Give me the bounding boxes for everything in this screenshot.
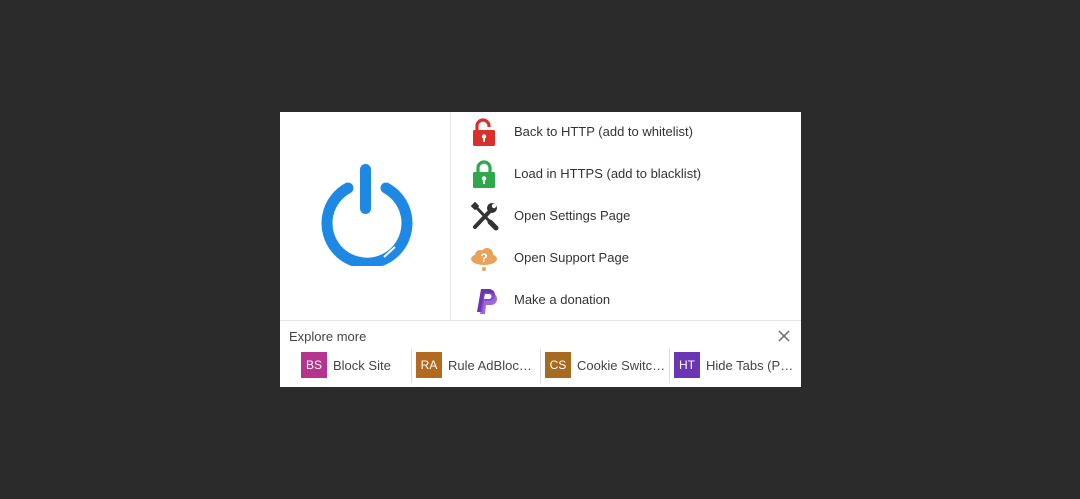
action-menu: Back to HTTP (add to whitelist) Load in …: [452, 112, 801, 320]
extension-badge: BS: [301, 352, 327, 378]
close-icon[interactable]: [777, 329, 791, 343]
cloud-question-icon: ?: [471, 248, 497, 271]
menu-item-label: Open Support Page: [514, 250, 629, 265]
extension-badge: RA: [416, 352, 442, 378]
extension-badge: HT: [674, 352, 700, 378]
menu-item-label: Back to HTTP (add to whitelist): [514, 124, 693, 139]
popup-top-section: Back to HTTP (add to whitelist) Load in …: [280, 112, 801, 320]
extension-block-site[interactable]: BS Block Site: [297, 349, 410, 383]
menu-item-label: Make a donation: [514, 292, 611, 307]
menu-item-open-support[interactable]: ? Open Support Page: [452, 238, 801, 280]
extension-cookie-switcher[interactable]: CS Cookie Switcher: [540, 349, 669, 383]
explore-more-panel: Explore more BS Block Site RA Rule AdBlo…: [280, 320, 801, 387]
explore-more-title: Explore more: [289, 329, 367, 344]
locked-padlock-icon: [473, 160, 495, 188]
extension-name: Rule AdBlocker: [448, 358, 536, 373]
extension-name: Hide Tabs (Panic Button): [706, 358, 794, 373]
extension-hide-tabs[interactable]: HT Hide Tabs (Panic Button): [669, 349, 797, 383]
menu-item-load-in-https[interactable]: Load in HTTPS (add to blacklist): [452, 154, 801, 196]
extension-popup: Back to HTTP (add to whitelist) Load in …: [280, 112, 801, 387]
menu-item-make-donation[interactable]: Make a donation: [452, 280, 801, 322]
svg-text:?: ?: [480, 251, 487, 265]
extension-name: Block Site: [333, 358, 391, 373]
menu-item-back-to-http[interactable]: Back to HTTP (add to whitelist): [452, 112, 801, 154]
menu-item-open-settings[interactable]: Open Settings Page: [452, 196, 801, 238]
extension-rule-adblocker[interactable]: RA Rule AdBlocker: [411, 349, 539, 383]
menu-item-label: Open Settings Page: [514, 208, 631, 223]
menu-item-label: Load in HTTPS (add to blacklist): [514, 166, 702, 181]
extension-badge: CS: [545, 352, 571, 378]
extension-name: Cookie Switcher: [577, 358, 666, 373]
paypal-icon: [477, 289, 497, 314]
power-icon: [321, 164, 413, 266]
unlocked-padlock-icon: [473, 118, 495, 146]
wrench-screwdriver-icon: [470, 201, 499, 231]
power-toggle-button[interactable]: [280, 112, 451, 320]
